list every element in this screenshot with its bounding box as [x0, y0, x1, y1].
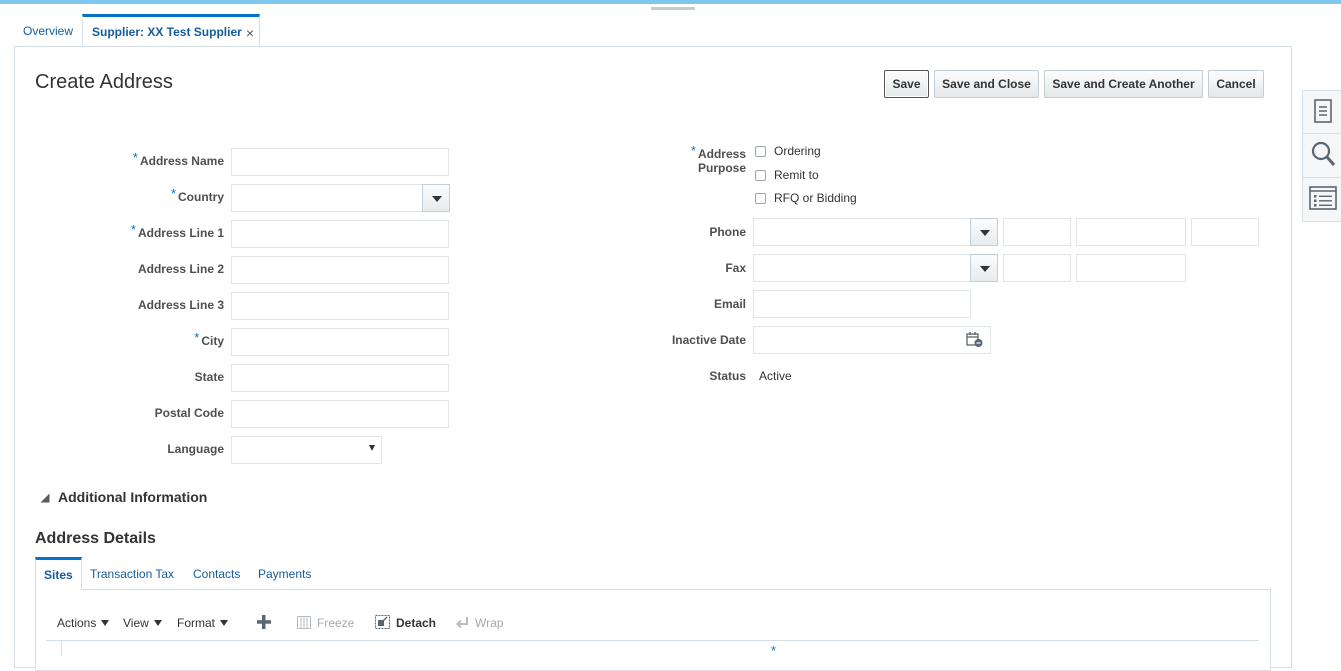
format-menu[interactable]: Format [177, 615, 229, 631]
status-label: Status [709, 369, 746, 383]
document-icon[interactable] [1303, 91, 1341, 131]
country-label: * Country [170, 186, 224, 205]
chevron-down-icon [153, 620, 162, 626]
fax-area-code-input[interactable] [1003, 254, 1071, 282]
chevron-down-icon [101, 620, 110, 626]
freeze-columns-icon [297, 616, 311, 629]
cancel-button[interactable]: Cancel [1208, 70, 1264, 98]
top-accent-bar [0, 0, 1341, 4]
inactive-date-label: Inactive Date [671, 333, 746, 347]
subtab-contacts[interactable]: Contacts [193, 560, 240, 588]
phone-country-select[interactable] [753, 218, 998, 246]
save-and-close-button[interactable]: Save and Close [934, 70, 1039, 98]
chevron-down-icon[interactable] [970, 218, 998, 246]
wrap-icon [456, 617, 468, 629]
status-value: Active [759, 369, 792, 383]
fax-label: Fax [725, 261, 746, 275]
save-button[interactable]: Save [884, 70, 929, 98]
address-purpose-label: * Address Purpose [690, 143, 746, 176]
chevron-down-icon [369, 445, 375, 451]
tab-supplier-label: Supplier: XX Test Supplier [92, 25, 242, 39]
resize-grip[interactable] [651, 7, 695, 10]
chevron-down-icon [220, 620, 229, 626]
phone-number-input[interactable] [1076, 218, 1186, 246]
inactive-date-input[interactable] [753, 326, 991, 354]
tab-supplier[interactable]: Supplier: XX Test Supplier × [82, 14, 260, 46]
side-toolbar [1302, 90, 1341, 222]
detach-icon [375, 615, 390, 629]
subtab-payments[interactable]: Payments [258, 560, 311, 588]
phone-area-code-input[interactable] [1003, 218, 1071, 246]
actions-menu[interactable]: Actions [57, 615, 110, 631]
address-name-label: * Address Name [132, 150, 224, 169]
city-label: * City [194, 330, 224, 349]
subtab-sites[interactable]: Sites [35, 557, 82, 590]
table-column-divider [61, 641, 62, 656]
state-input[interactable] [231, 364, 449, 392]
purpose-ordering-checkbox[interactable]: Ordering [755, 143, 821, 159]
fax-country-select[interactable] [753, 254, 998, 282]
chevron-down-icon[interactable] [970, 254, 998, 282]
chevron-down-icon[interactable] [422, 184, 450, 212]
address-line-2-input[interactable] [231, 256, 449, 284]
address-line-3-input[interactable] [231, 292, 449, 320]
purpose-rfq-checkbox[interactable]: RFQ or Bidding [755, 190, 857, 206]
phone-extension-input[interactable] [1191, 218, 1259, 246]
view-menu[interactable]: View [123, 615, 162, 631]
toolbar-divider [46, 640, 1259, 641]
email-input[interactable] [753, 290, 971, 318]
language-select[interactable] [231, 436, 382, 464]
checkbox-box[interactable] [755, 170, 766, 181]
country-select[interactable] [231, 184, 450, 212]
email-label: Email [713, 297, 746, 311]
address-details-title: Address Details [35, 530, 156, 547]
collapse-triangle-icon [40, 493, 50, 503]
plus-icon[interactable] [256, 614, 272, 630]
city-input[interactable] [231, 328, 449, 356]
language-label: Language [167, 442, 224, 456]
purpose-remit-checkbox[interactable]: Remit to [755, 167, 819, 183]
subtab-transaction-tax[interactable]: Transaction Tax [90, 560, 174, 588]
checkbox-box[interactable] [755, 193, 766, 204]
page-title: Create Address [35, 71, 173, 93]
address-line-3-label: Address Line 3 [137, 298, 224, 312]
tab-overview[interactable]: Overview [16, 16, 80, 46]
additional-information-toggle[interactable]: Additional Information [40, 489, 207, 505]
fax-number-input[interactable] [1076, 254, 1186, 282]
state-label: State [194, 370, 224, 384]
close-icon[interactable]: × [246, 18, 254, 48]
list-icon[interactable] [1303, 177, 1341, 218]
address-line-1-label: * Address Line 1 [130, 222, 224, 241]
calendar-icon[interactable] [966, 332, 984, 351]
postal-code-input[interactable] [231, 400, 449, 428]
save-and-create-another-button[interactable]: Save and Create Another [1044, 70, 1203, 98]
address-name-input[interactable] [231, 148, 449, 176]
freeze-button[interactable]: Freeze [297, 615, 354, 631]
detach-button[interactable]: Detach [375, 615, 436, 631]
search-icon[interactable] [1303, 133, 1341, 174]
phone-label: Phone [709, 225, 746, 239]
address-line-2-label: Address Line 2 [137, 262, 224, 276]
postal-code-label: Postal Code [154, 406, 224, 420]
wrap-button[interactable]: Wrap [456, 615, 503, 631]
address-line-1-input[interactable] [231, 220, 449, 248]
checkbox-box[interactable] [755, 146, 766, 157]
required-column-marker: * [771, 643, 777, 658]
